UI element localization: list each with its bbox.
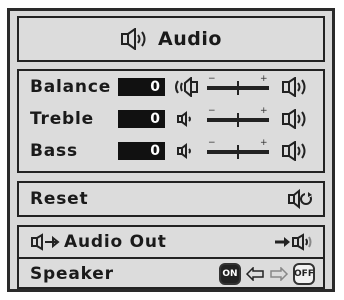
bass-slider[interactable]: − + xyxy=(205,137,271,165)
speaker-label: Speaker xyxy=(30,264,114,284)
bass-label: Bass xyxy=(30,141,78,161)
reset-icon xyxy=(287,188,313,210)
balance-label: Balance xyxy=(30,77,112,97)
audio-title-bar: Audio xyxy=(17,16,325,62)
arrow-right-icon xyxy=(269,267,289,281)
speaker-icon xyxy=(120,28,150,50)
speaker-low-icon xyxy=(172,141,202,161)
bass-row[interactable]: Bass 0 − + xyxy=(19,135,323,167)
output-panel: Audio Out Speaker ON OFF xyxy=(17,225,325,289)
balance-value: 0 xyxy=(118,78,165,96)
audio-out-row[interactable]: Audio Out xyxy=(19,227,323,259)
balance-right-speaker-icon xyxy=(281,77,311,97)
arrow-left-icon xyxy=(245,267,265,281)
speaker-row[interactable]: Speaker ON OFF xyxy=(19,259,323,289)
on-off-toggle[interactable]: ON OFF xyxy=(219,263,315,285)
svg-text:+: + xyxy=(260,106,268,116)
bass-value: 0 xyxy=(118,142,165,160)
arrow-speaker-icon xyxy=(273,233,315,251)
audio-settings-panel: Balance 0 − + Treble 0 − + Bass 0 − + xyxy=(17,69,325,173)
speaker-high-icon xyxy=(281,141,311,161)
audio-menu-frame: Audio Balance 0 − + Treble 0 − + Bass 0 … xyxy=(7,8,335,292)
audio-out-label: Audio Out xyxy=(64,232,167,252)
speaker-high-icon xyxy=(281,109,311,129)
audio-out-icon xyxy=(30,233,60,251)
svg-text:−: − xyxy=(208,74,216,84)
reset-label: Reset xyxy=(30,189,89,209)
treble-slider[interactable]: − + xyxy=(205,105,271,133)
svg-text:+: + xyxy=(260,138,268,148)
reset-row[interactable]: Reset xyxy=(19,183,323,215)
audio-title: Audio xyxy=(158,28,222,50)
balance-row[interactable]: Balance 0 − + xyxy=(19,71,323,103)
reset-panel: Reset xyxy=(17,181,325,217)
balance-left-speaker-icon xyxy=(172,77,202,97)
speaker-low-icon xyxy=(172,109,202,129)
treble-row[interactable]: Treble 0 − + xyxy=(19,103,323,135)
svg-text:−: − xyxy=(208,106,216,116)
off-pill: OFF xyxy=(293,263,315,285)
treble-label: Treble xyxy=(30,109,94,129)
svg-text:−: − xyxy=(208,138,216,148)
treble-value: 0 xyxy=(118,110,165,128)
on-pill: ON xyxy=(219,263,241,285)
svg-text:+: + xyxy=(260,74,268,84)
balance-slider[interactable]: − + xyxy=(205,73,271,101)
